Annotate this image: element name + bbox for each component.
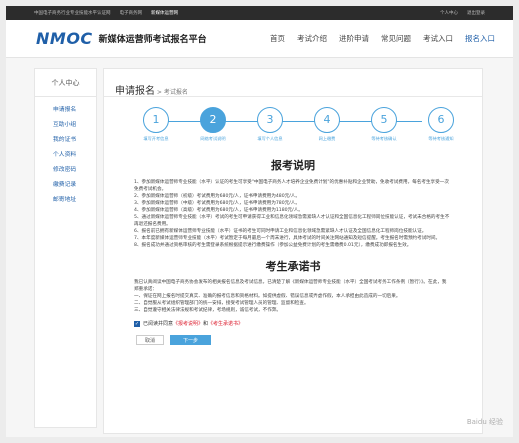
sidebar-item-password[interactable]: 修改密码 [35, 163, 96, 178]
agree-checkbox[interactable]: ✓ [134, 320, 140, 327]
sidebar-item-address[interactable]: 邮寄地址 [35, 193, 96, 208]
notice-list: 1、参加新媒体运营师专业技能（水平）认证的考生可享受"中国电子商务人才培养企业免… [104, 179, 482, 249]
sidebar: 个人中心 申请报名 互助小组 我的证书 个人资料 修改密码 缴费记录 邮寄地址 [34, 68, 97, 428]
site-title: 新媒体运营师考试报名平台 [98, 35, 207, 45]
action-buttons: 取消 下一步 [136, 335, 482, 345]
step-label: 网上缴费 [318, 136, 336, 141]
top-bar: 中国电子商务行业专业技能水平认证网 电子商务网 新媒体运营网 个人中心 退出登录 [6, 6, 513, 20]
promise-item: 二、自觉服从考试组织管理部门的统一安排，接受考试管理人员的管理、监督和检查。 [134, 301, 309, 306]
topbar-link-ecommerce[interactable]: 电子商务网 [120, 10, 143, 16]
site-logo[interactable]: NMOC [36, 29, 93, 48]
promise-item: 一、保证在网上报名时提交真实、准确的报考信息和资格材料。如提供虚假、错误信息或弄… [134, 294, 401, 299]
sidebar-item-certificates[interactable]: 我的证书 [35, 133, 96, 148]
browser-frame: 中国电子商务行业专业技能水平认证网 电子商务网 新媒体运营网 个人中心 退出登录… [6, 6, 513, 437]
step-3: 3 填写个人信息 [250, 107, 290, 141]
main-nav: 首页 考试介绍 进阶申请 常见问题 考试入口 报名入口 [258, 33, 495, 44]
step-6: 6 等待考核通知 [421, 107, 461, 141]
sidebar-item-payments[interactable]: 缴费记录 [35, 178, 96, 193]
main-panel: 申请报名 > 考试报名 1 填写开考信息 2 网络考试说明 3 填写个人信息 4… [103, 68, 483, 434]
step-label: 填写开考信息 [143, 136, 169, 141]
nav-home[interactable]: 首页 [270, 33, 285, 44]
topbar-link-logout[interactable]: 退出登录 [467, 10, 485, 16]
step-label: 网络考试说明 [200, 136, 226, 141]
promise-intro: 我已认真阅读中国电子商务协会发布的相关报名信息及考试信息，已清楚了解《新媒体运营… [134, 280, 447, 292]
notice-item: 3、参加新媒体运营师（中级）考试费用为680元/人，证书申请费用为780元/人。 [134, 201, 300, 206]
step-circle: 6 [428, 107, 454, 133]
step-circle: 4 [314, 107, 340, 133]
step-label: 等待考核确认 [371, 136, 397, 141]
next-button[interactable]: 下一步 [170, 335, 212, 345]
cancel-button[interactable]: 取消 [136, 335, 165, 345]
nav-exam-intro[interactable]: 考试介绍 [297, 33, 327, 44]
step-2: 2 网络考试说明 [193, 107, 233, 141]
step-progress: 1 填写开考信息 2 网络考试说明 3 填写个人信息 4 网上缴费 5 等待考核… [104, 103, 482, 155]
topbar-link-personal-center[interactable]: 个人中心 [440, 10, 458, 16]
agreement-row: ✓ 已阅读并同意《报考说明》和《考生承诺书》 [134, 320, 482, 327]
breadcrumb-sub: 考试报名 [163, 89, 188, 96]
notice-item: 4、参加新媒体运营师（高级）考试费用为680元/人，证书申请费用为1180元/人… [134, 208, 303, 213]
promise-body: 我已认真阅读中国电子商务协会发布的相关报名信息及考试信息，已清楚了解《新媒体运营… [104, 279, 482, 314]
step-circle: 5 [371, 107, 397, 133]
nav-exam-entry[interactable]: 考试入口 [423, 33, 453, 44]
agree-link-promise[interactable]: 《考生承诺书》 [208, 321, 243, 327]
agree-prefix: 已阅读并同意 [143, 321, 174, 327]
notice-item: 7、本年度新媒体运营师专业技能（水平）考试暂定于每月最后一个周末进行，具体考试的… [134, 236, 441, 241]
step-circle: 1 [143, 107, 169, 133]
sidebar-item-group[interactable]: 互助小组 [35, 118, 96, 133]
step-circle: 3 [257, 107, 283, 133]
breadcrumb-main: 申请报名 [115, 86, 155, 97]
notice-item: 8、报名成功并通过资格审核的考生需登录系统根据提示进行缴费操作（参加公益免费计划… [134, 243, 412, 248]
nav-advance-apply[interactable]: 进阶申请 [339, 33, 369, 44]
breadcrumb: 申请报名 > 考试报名 [104, 69, 482, 97]
step-1: 1 填写开考信息 [136, 107, 176, 141]
step-5: 5 等待考核确认 [364, 107, 404, 141]
topbar-link-newmedia[interactable]: 新媒体运营网 [151, 10, 178, 16]
step-4: 4 网上缴费 [307, 107, 347, 141]
breadcrumb-sep: > [155, 89, 164, 96]
nav-faq[interactable]: 常见问题 [381, 33, 411, 44]
step-label: 等待考核通知 [428, 136, 454, 141]
site-header: NMOC 新媒体运营师考试报名平台 首页 考试介绍 进阶申请 常见问题 考试入口… [6, 20, 513, 58]
notice-item: 1、参加新媒体运营师专业技能（水平）认证的考生可享受"中国电子商务人才培养企业免… [134, 180, 449, 192]
topbar-right: 个人中心 退出登录 [431, 10, 485, 16]
notice-title: 报考说明 [271, 159, 315, 172]
notice-item: 5、通过新媒体运营师专业技能（水平）考试的考生可申请获得工业和信息化领域急需紧缺… [134, 215, 450, 227]
agree-link-notice[interactable]: 《报考说明》 [173, 321, 203, 327]
notice-item: 6、报名前已拥有新媒体运营师专业技能（水平）证书的考生可同时申请工业和信息化领域… [134, 229, 427, 234]
notice-item: 2、参加新媒体运营师（初级）考试费用为680元/人，证书申请费用为480元/人。 [134, 194, 300, 199]
promise-title: 考生承诺书 [265, 260, 321, 273]
sidebar-title: 个人中心 [35, 69, 96, 97]
promise-item: 三、自觉遵守相关法律法规和考试纪律，考场规则，诚信考试，不作弊。 [134, 308, 282, 313]
sidebar-item-apply[interactable]: 申请报名 [35, 103, 96, 118]
nav-register-entry[interactable]: 报名入口 [465, 33, 495, 44]
topbar-link-ecommerce-cert[interactable]: 中国电子商务行业专业技能水平认证网 [34, 10, 111, 16]
step-circle: 2 [200, 107, 226, 133]
agree-text: 已阅读并同意《报考说明》和《考生承诺书》 [143, 320, 243, 327]
watermark: Baidu 经验 [466, 418, 503, 426]
sidebar-item-profile[interactable]: 个人资料 [35, 148, 96, 163]
step-label: 填写个人信息 [257, 136, 283, 141]
